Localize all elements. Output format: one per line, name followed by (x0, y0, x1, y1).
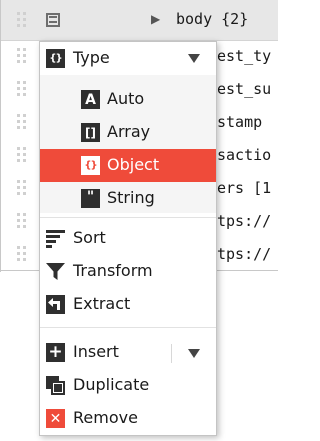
extract-menu-item[interactable]: Extract (40, 288, 216, 321)
expand-arrow-icon[interactable]: ▶ (151, 12, 160, 26)
row-text: tps:// (217, 245, 272, 263)
context-menu-icon[interactable] (46, 13, 60, 27)
row-text: stamp (217, 113, 263, 131)
remove-menu-item[interactable]: ✕ Remove (40, 402, 216, 435)
row-text: est_ty (217, 47, 272, 65)
type-option-array[interactable]: [] Array (40, 116, 216, 149)
type-option-string[interactable]: " String (40, 182, 216, 215)
editor-header-row[interactable]: ▶ body {2} (1, 0, 278, 41)
filter-icon (46, 263, 65, 280)
type-menu-item[interactable]: {} Type (40, 42, 216, 75)
option-label: Auto (107, 89, 145, 108)
drag-handle-icon[interactable] (17, 147, 27, 163)
extract-icon (46, 295, 65, 314)
drag-handle-icon[interactable] (17, 81, 27, 97)
sort-label: Sort (73, 228, 106, 247)
object-icon: {} (81, 156, 100, 175)
sort-menu-item[interactable]: Sort (40, 222, 216, 255)
type-label: Type (73, 48, 110, 67)
option-label: String (107, 188, 155, 207)
transform-menu-item[interactable]: Transform (40, 255, 216, 288)
duplicate-menu-item[interactable]: Duplicate (40, 369, 216, 402)
drag-handle-icon[interactable] (17, 180, 27, 196)
row-text: ers [1 (217, 179, 272, 197)
chevron-down-icon[interactable] (188, 349, 200, 358)
menu-divider (40, 327, 216, 328)
string-icon: " (81, 189, 100, 208)
auto-icon: A (81, 90, 100, 109)
insert-label: Insert (73, 342, 119, 361)
node-label: body {2} (176, 10, 249, 28)
type-option-auto[interactable]: A Auto (40, 83, 216, 116)
type-icon: {} (46, 49, 65, 68)
type-option-object[interactable]: {} Object (40, 149, 216, 182)
array-icon: [] (81, 123, 100, 142)
duplicate-label: Duplicate (73, 375, 150, 394)
row-text: sactio (217, 146, 272, 164)
extract-label: Extract (73, 294, 131, 313)
drag-handle-icon[interactable] (17, 48, 27, 64)
drag-handle-icon[interactable] (17, 213, 27, 229)
duplicate-icon (46, 376, 65, 395)
collapse-caret-icon[interactable] (188, 54, 200, 63)
row-text: tps:// (217, 212, 272, 230)
drag-handle-icon[interactable] (17, 114, 27, 130)
drag-handle-icon[interactable] (17, 246, 27, 262)
menu-split-divider (171, 344, 172, 363)
menu-divider (40, 217, 216, 218)
remove-label: Remove (73, 408, 138, 427)
remove-icon: ✕ (46, 409, 65, 428)
option-label: Array (107, 122, 151, 141)
drag-handle-icon[interactable] (17, 12, 27, 28)
option-label: Object (107, 155, 160, 174)
sort-icon (46, 229, 65, 248)
row-text: est_su (217, 80, 272, 98)
plus-icon: + (46, 343, 65, 362)
insert-menu-item[interactable]: + Insert (40, 336, 216, 369)
transform-label: Transform (73, 261, 153, 280)
context-menu: {} Type A Auto [] Array {} Object " Stri… (39, 41, 217, 436)
